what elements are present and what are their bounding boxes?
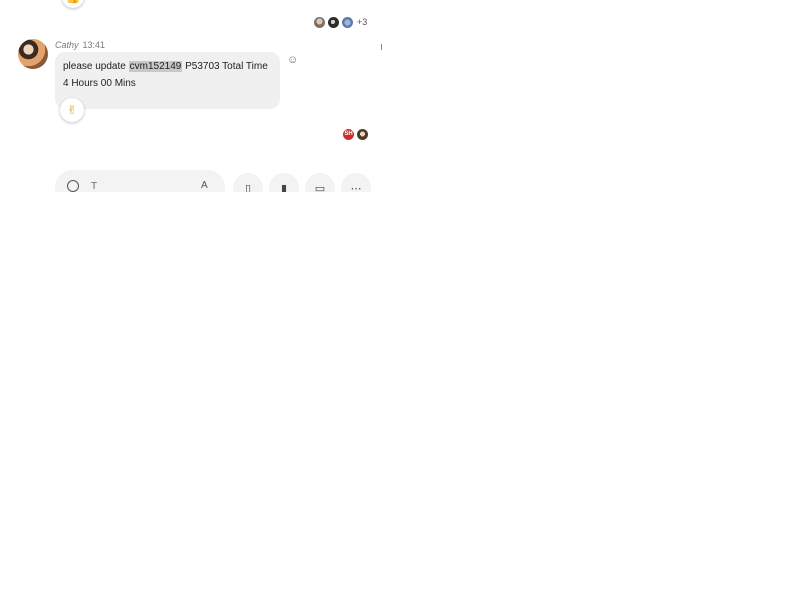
top-reaction-chip[interactable]: 👍 xyxy=(62,0,84,8)
chat-panel: 👍 +3 Cathy 13:41 please update cvm152149… xyxy=(0,0,388,192)
reader-avatar-initials: SH xyxy=(343,128,354,140)
message-text-line2: 4 Hours 00 Mins xyxy=(63,78,136,89)
sender-name: Cathy xyxy=(55,40,79,50)
reaction-emoji: ✌ xyxy=(66,103,78,117)
attach-icon[interactable]: ▯ xyxy=(233,173,263,192)
video-icon[interactable]: ▭ xyxy=(305,173,335,192)
message-header: Cathy 13:41 xyxy=(55,40,105,50)
reader-avatar xyxy=(357,128,368,140)
more-icon[interactable]: ⋯ xyxy=(341,173,371,192)
format-icon[interactable]: A xyxy=(201,180,208,191)
reader-avatar xyxy=(314,16,325,28)
reader-avatar xyxy=(342,16,353,28)
message-text-line1: please update cvm152149 P53703 Total Tim… xyxy=(63,61,268,72)
read-receipts-top[interactable]: +3 xyxy=(314,16,367,28)
text-prefix: please update xyxy=(63,61,129,72)
more-readers-count: +3 xyxy=(357,17,368,27)
message-bubble[interactable]: please update cvm152149 P53703 Total Tim… xyxy=(55,52,280,109)
composer-input[interactable]: T xyxy=(91,181,97,192)
more-options-icon[interactable] xyxy=(381,44,382,50)
add-reaction-icon[interactable]: ☺ xyxy=(287,54,298,66)
message-reaction-chip[interactable]: ✌ xyxy=(60,98,84,122)
emoji-icon[interactable] xyxy=(67,180,79,192)
sender-avatar[interactable] xyxy=(18,39,48,69)
message-time: 13:41 xyxy=(82,40,106,50)
reaction-emoji: 👍 xyxy=(66,0,81,4)
mic-icon[interactable]: ▮ xyxy=(269,173,299,192)
highlighted-text[interactable]: cvm152149 xyxy=(128,61,183,72)
read-receipts-bottom[interactable]: SH xyxy=(343,128,371,140)
reader-avatar xyxy=(328,16,339,28)
message-composer[interactable]: T A xyxy=(55,170,225,192)
text-suffix: P53703 Total Time xyxy=(182,61,268,72)
